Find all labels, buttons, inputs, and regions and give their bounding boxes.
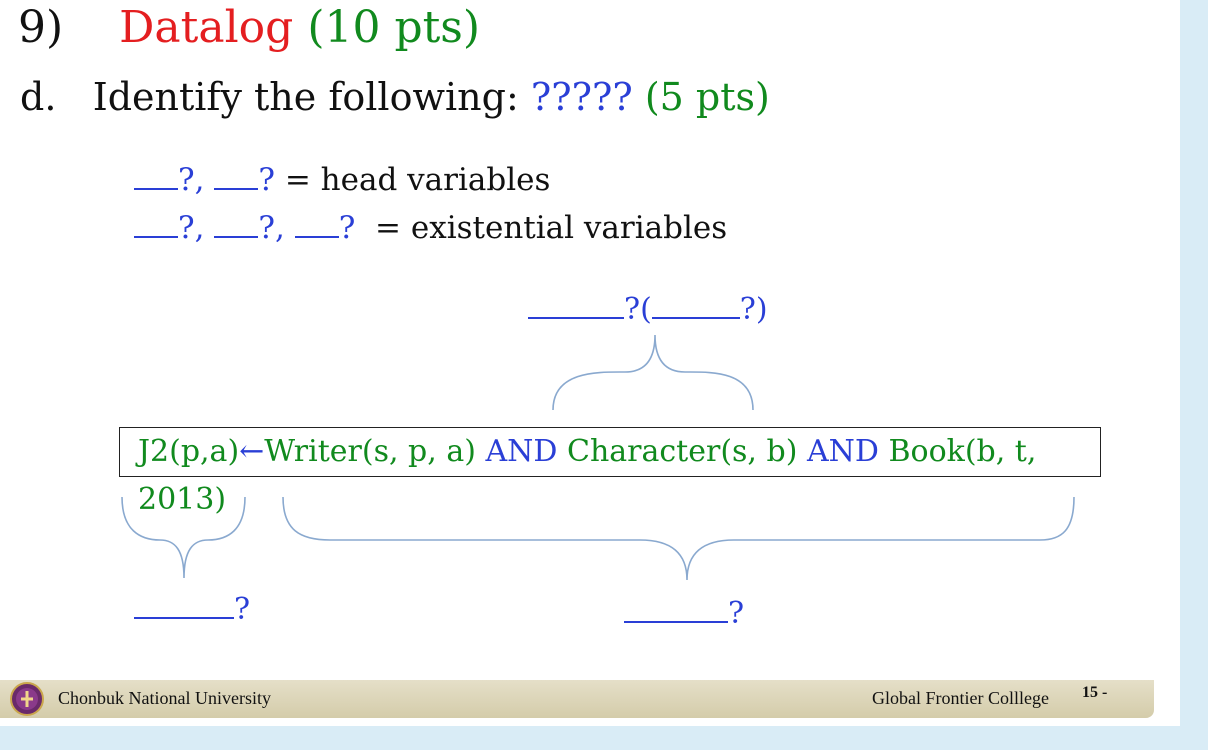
rule-atom-writer: Writer(s, p, a) <box>264 434 476 469</box>
rule-and: AND <box>485 434 558 469</box>
rule-head: J2(p,a) <box>138 434 240 469</box>
university-logo-icon <box>10 682 44 716</box>
page-number: 15 - <box>1082 684 1108 701</box>
blank <box>624 620 728 623</box>
top-brace <box>552 334 754 411</box>
rule-and: AND <box>806 434 879 469</box>
blank <box>134 616 234 619</box>
footer-college: Global Frontier Colllege <box>872 688 1049 708</box>
slide-footer: Chonbuk National University Global Front… <box>0 680 1154 718</box>
rule-atom-character: Character(s, b) <box>566 434 798 469</box>
q-mark: ? <box>728 596 745 631</box>
datalog-rule-box: J2(p,a)←Writer(s, p, a) AND Character(s,… <box>119 427 1101 517</box>
q-mark: ? <box>234 592 251 627</box>
bottom-right-brace <box>282 496 1075 581</box>
bottom-right-answer: ? <box>624 596 744 631</box>
rule-arrow: ← <box>239 434 265 469</box>
bottom-left-answer: ? <box>134 592 250 627</box>
footer-university: Chonbuk National University <box>58 688 271 708</box>
slide: 9) Datalog (10 pts) d. Identify the foll… <box>0 0 1180 726</box>
